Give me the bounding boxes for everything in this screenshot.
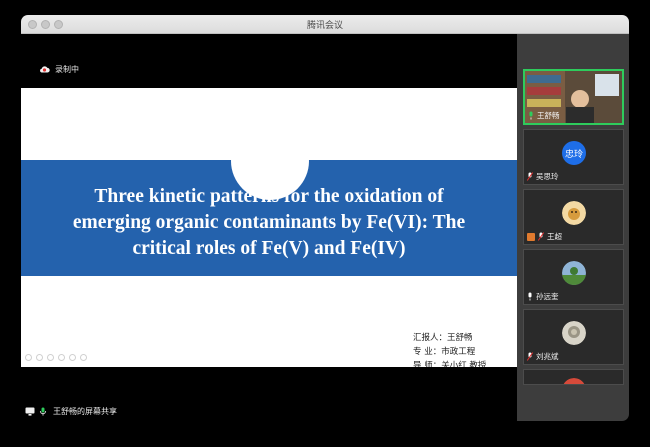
advisor-line: 导 师：关小红 教授: [413, 361, 487, 367]
participant-name: 王超: [547, 232, 562, 241]
participant-tile[interactable]: 王舒畅: [523, 69, 624, 125]
meeting-window: 腾讯会议 录制中 Three kinetic patterns for the …: [21, 15, 629, 421]
next-slide-icon[interactable]: [36, 354, 43, 361]
view-icon[interactable]: [58, 354, 65, 361]
pen-icon[interactable]: [47, 354, 54, 361]
participant-name: 吴思玲: [536, 172, 559, 181]
screen-share-status[interactable]: 王舒畅的屏幕共享: [25, 405, 117, 417]
microphone-icon: [528, 292, 532, 301]
microphone-icon: [39, 407, 47, 416]
participant-avatar: [562, 261, 586, 285]
presenter-badge-icon: [527, 232, 535, 241]
participant-tile[interactable]: 王超: [523, 189, 624, 245]
slide-title-line: Three kinetic patterns for the oxidation…: [94, 186, 444, 207]
slide-toolbar: [25, 354, 87, 361]
participant-tile[interactable]: [523, 369, 624, 385]
presenter-info: 汇报人：王舒畅 专 业：市政工程 导 师：关小红 教授: [413, 331, 486, 367]
participant-sidebar: 王舒畅 忠玲 吴思玲 王超 孙远奎 刘兆斌: [517, 34, 629, 421]
participant-avatar: [562, 321, 586, 345]
participant-avatar: 忠玲: [562, 141, 586, 165]
microphone-icon: [529, 111, 533, 120]
shared-screen-slide: Three kinetic patterns for the oxidation…: [21, 88, 518, 367]
major-line: 专 业：市政工程: [413, 347, 476, 357]
screen-share-icon: [25, 407, 35, 416]
slide-title-line: emerging organic contaminants by Fe(VI):…: [72, 212, 466, 233]
slide-title: Three kinetic patterns for the oxidation…: [29, 184, 509, 262]
participant-name: 王舒畅: [537, 111, 560, 120]
zoom-icon[interactable]: [69, 354, 76, 361]
mic-muted-icon: [538, 232, 544, 241]
participant-avatar: [562, 201, 586, 225]
recording-label: 录制中: [55, 64, 79, 74]
slide-title-line: critical roles of Fe(V) and Fe(IV): [132, 238, 406, 259]
participant-name: 刘兆斌: [536, 352, 559, 361]
presenter-line: 汇报人：王舒畅: [413, 333, 473, 343]
screen-share-label: 王舒畅的屏幕共享: [53, 406, 117, 416]
window-title: 腾讯会议: [306, 21, 343, 31]
participant-avatar: [563, 378, 585, 384]
more-icon[interactable]: [80, 354, 87, 361]
prev-slide-icon[interactable]: [25, 354, 32, 361]
participant-name: 孙远奎: [536, 292, 559, 301]
mic-muted-icon: [527, 172, 533, 181]
recording-indicator[interactable]: 录制中: [39, 62, 79, 76]
participant-tile[interactable]: 忠玲 吴思玲: [523, 129, 624, 185]
cloud-record-icon: [40, 66, 50, 73]
participant-tile[interactable]: 孙远奎: [523, 249, 624, 305]
mic-muted-icon: [527, 352, 533, 361]
participant-tile[interactable]: 刘兆斌: [523, 309, 624, 365]
title-bar: 腾讯会议: [21, 15, 629, 34]
